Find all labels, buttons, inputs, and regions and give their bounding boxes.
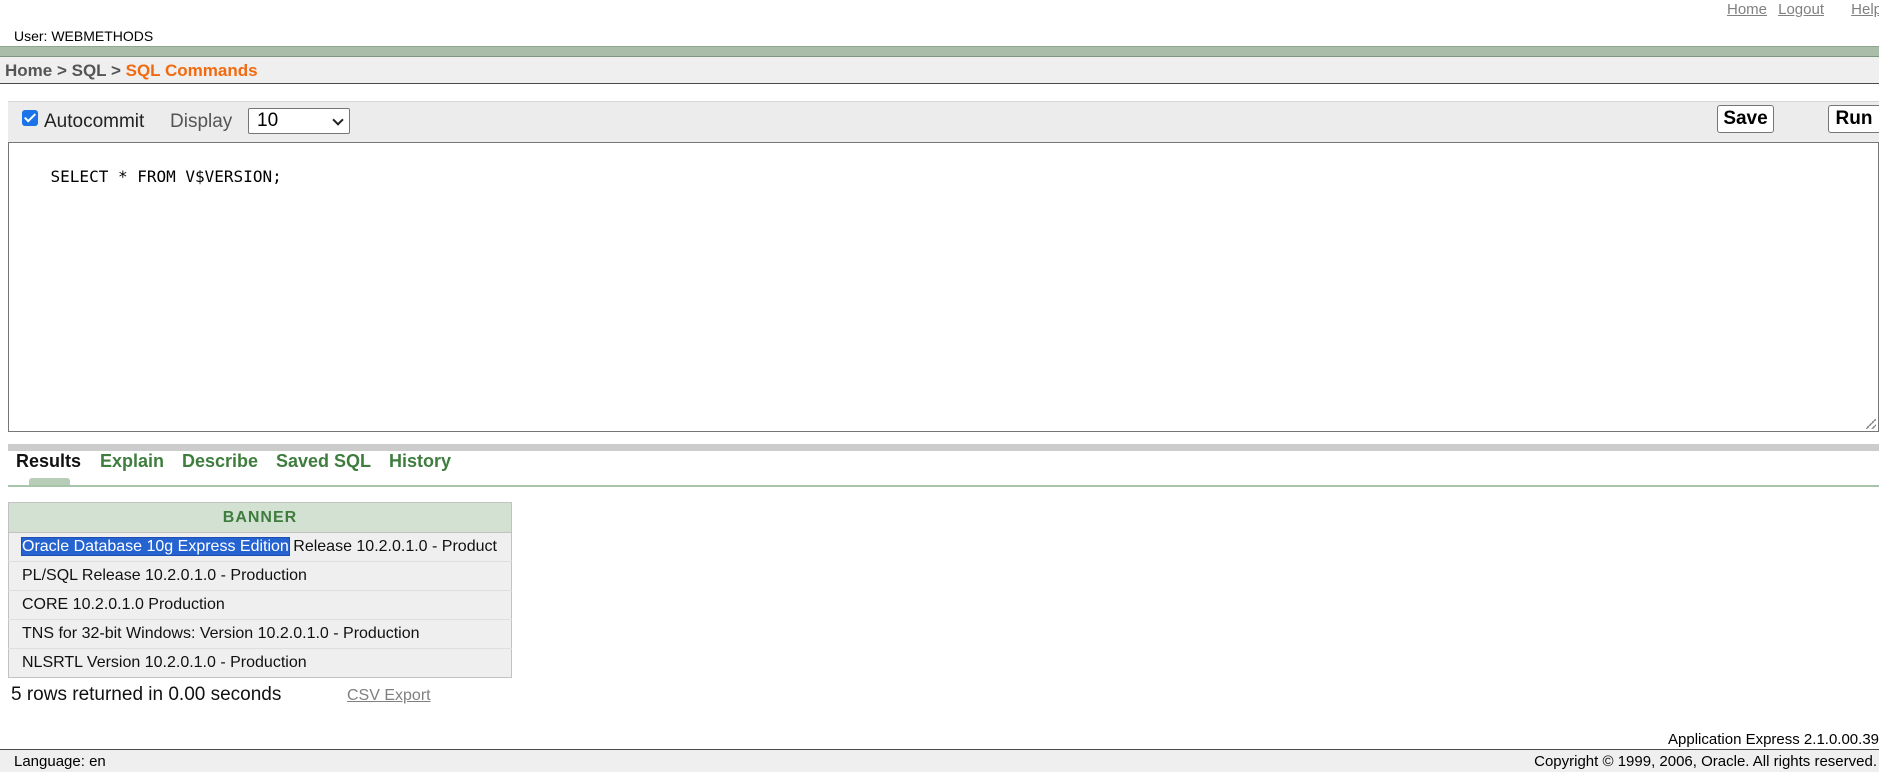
language-label: Language: en xyxy=(14,753,106,770)
csv-export-link[interactable]: CSV Export xyxy=(347,687,431,705)
home-link[interactable]: Home xyxy=(1727,1,1767,18)
section-divider xyxy=(8,444,1879,451)
sql-editor-panel: Autocommit Display 10 Save Run SELECT * … xyxy=(8,101,1879,432)
column-header-banner[interactable]: BANNER xyxy=(8,502,512,533)
table-row: NLSRTL Version 10.2.0.1.0 - Production xyxy=(8,648,512,678)
app-version: Application Express 2.1.0.00.39 xyxy=(1668,731,1879,748)
tab-results[interactable]: Results xyxy=(16,451,81,472)
display-label: Display xyxy=(170,111,233,132)
chevron-down-icon xyxy=(332,114,344,126)
tab-saved-sql[interactable]: Saved SQL xyxy=(276,451,371,472)
resize-handle-icon[interactable] xyxy=(1866,419,1876,429)
sql-command-textarea[interactable]: SELECT * FROM V$VERSION; xyxy=(8,142,1879,432)
user-label: User: WEBMETHODS xyxy=(14,28,154,44)
table-cell: Oracle Database 10g Express Edition Rele… xyxy=(8,532,512,562)
results-table: BANNER Oracle Database 10g Express Editi… xyxy=(8,502,512,678)
footer-bar: Language: en Copyright © 1999, 2006, Ora… xyxy=(0,749,1879,772)
breadcrumb-separator: > xyxy=(106,61,126,80)
tab-underline xyxy=(8,485,1879,487)
table-header-row: BANNER xyxy=(8,502,512,533)
header-band xyxy=(0,46,1879,57)
table-row: PL/SQL Release 10.2.0.1.0 - Production xyxy=(8,561,512,591)
table-cell: NLSRTL Version 10.2.0.1.0 - Production xyxy=(8,648,512,678)
table-cell: PL/SQL Release 10.2.0.1.0 - Production xyxy=(8,561,512,591)
display-value: 10 xyxy=(257,110,279,131)
autocommit-checkbox[interactable] xyxy=(22,110,38,126)
breadcrumb-separator: > xyxy=(52,61,72,80)
table-row: CORE 10.2.0.1.0 Production xyxy=(8,590,512,620)
cell-text: Release 10.2.0.1.0 - Product xyxy=(288,538,497,555)
tab-history[interactable]: History xyxy=(389,451,451,472)
copyright-text: Copyright © 1999, 2006, Oracle. All righ… xyxy=(1534,753,1877,770)
save-button[interactable]: Save xyxy=(1717,105,1774,133)
table-cell: CORE 10.2.0.1.0 Production xyxy=(8,590,512,620)
table-cell: TNS for 32-bit Windows: Version 10.2.0.1… xyxy=(8,619,512,649)
tab-explain[interactable]: Explain xyxy=(100,451,164,472)
table-row: TNS for 32-bit Windows: Version 10.2.0.1… xyxy=(8,619,512,649)
breadcrumb: Home > SQL > SQL Commands xyxy=(0,57,1879,84)
breadcrumb-home[interactable]: Home xyxy=(5,61,52,80)
display-select[interactable]: 10 xyxy=(248,108,350,134)
logout-link[interactable]: Logout xyxy=(1778,1,1824,18)
autocommit-label: Autocommit xyxy=(44,111,145,132)
tab-describe[interactable]: Describe xyxy=(182,451,258,472)
help-link[interactable]: Help xyxy=(1851,1,1879,18)
breadcrumb-sql[interactable]: SQL xyxy=(72,61,107,80)
rows-returned-status: 5 rows returned in 0.00 seconds xyxy=(11,684,282,705)
breadcrumb-current: SQL Commands xyxy=(125,61,258,80)
run-button[interactable]: Run xyxy=(1828,105,1879,133)
selected-text: Oracle Database 10g Express Edition xyxy=(21,537,290,556)
table-row: Oracle Database 10g Express Edition Rele… xyxy=(8,532,512,562)
sql-command-text: SELECT * FROM V$VERSION; xyxy=(50,167,282,186)
